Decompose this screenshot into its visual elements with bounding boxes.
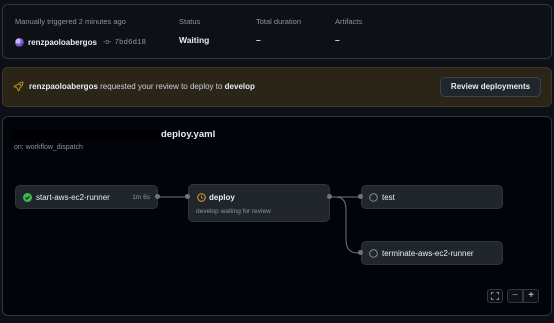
fullscreen-icon <box>491 292 499 300</box>
pending-circle-icon <box>369 249 378 258</box>
job-start-aws-ec2-runner[interactable]: start-aws-ec2-runner 1m 6s <box>15 185 158 209</box>
check-circle-icon <box>23 193 32 202</box>
job-terminate-aws-ec2-runner[interactable]: terminate-aws-ec2-runner <box>361 241 503 265</box>
connector-dot <box>155 194 160 199</box>
job-name: start-aws-ec2-runner <box>36 193 110 202</box>
job-connectors <box>158 196 361 254</box>
job-duration: 1m 6s <box>132 194 150 201</box>
connector-dot <box>358 250 363 255</box>
fullscreen-button[interactable] <box>487 289 503 303</box>
job-deploy[interactable]: deploy develop waiting for review <box>188 184 330 222</box>
connector-dot <box>358 194 363 199</box>
job-name: test <box>382 193 395 202</box>
pending-circle-icon <box>369 193 378 202</box>
job-subtitle: develop waiting for review <box>196 208 271 215</box>
zoom-out-button[interactable]: − <box>507 289 523 303</box>
zoom-in-button[interactable]: + <box>523 289 539 303</box>
job-name: deploy <box>209 193 235 202</box>
job-name: terminate-aws-ec2-runner <box>382 249 474 258</box>
connector-dot <box>185 194 190 199</box>
connector-dot <box>327 194 332 199</box>
job-test[interactable]: test <box>361 185 503 209</box>
clock-icon <box>197 193 206 202</box>
